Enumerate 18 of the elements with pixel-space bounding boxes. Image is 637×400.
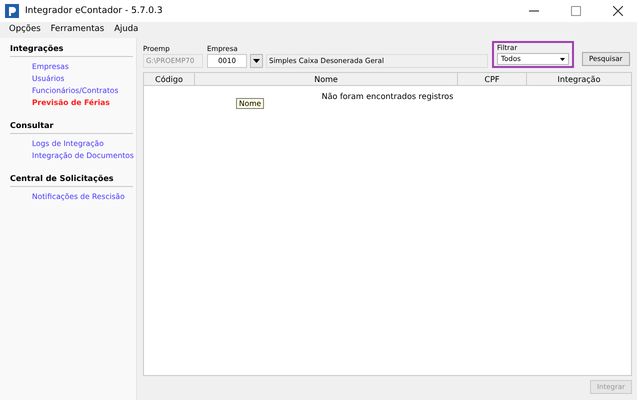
caret-icon xyxy=(560,58,565,60)
window-title: Integrador eContador - 5.7.0.3 xyxy=(25,6,163,16)
column-header[interactable]: Código xyxy=(144,73,195,85)
menu-item[interactable]: Ajuda xyxy=(114,24,138,34)
section-title: Central de Solicitações xyxy=(10,172,133,187)
caret-icon xyxy=(253,59,260,63)
dropdown-button[interactable] xyxy=(250,54,263,68)
column-header[interactable]: Nome xyxy=(195,73,458,85)
maximize-icon[interactable] xyxy=(571,6,581,16)
empty-message: Não foram encontrados registros xyxy=(322,92,454,102)
close-icon[interactable] xyxy=(613,6,623,16)
app-logo-icon xyxy=(5,4,19,18)
menu-item[interactable]: Ferramentas xyxy=(50,24,104,34)
column-header[interactable]: CPF xyxy=(458,73,527,85)
column-header[interactable]: Integração xyxy=(527,73,631,85)
section-title: Consultar xyxy=(10,119,133,134)
section-title: Integrações xyxy=(10,42,133,57)
menu-item[interactable]: Opções xyxy=(9,24,41,34)
